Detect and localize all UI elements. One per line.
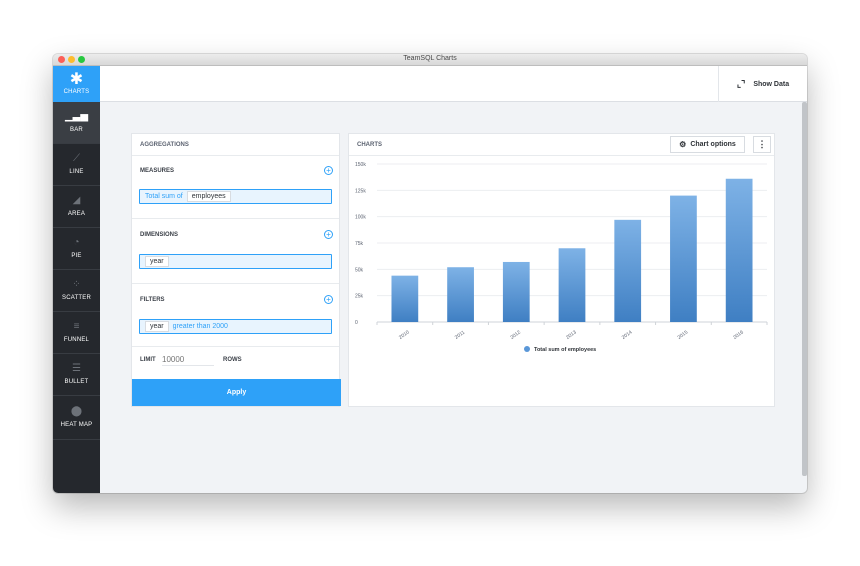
bar[interactable]: [725, 178, 753, 322]
sidebar-item-label: PIE: [71, 253, 82, 259]
limit-label: LIMIT: [140, 357, 156, 363]
y-tick-label: 100k: [355, 215, 366, 221]
pie-chart-icon: ◔: [73, 237, 80, 248]
y-tick-label: 0: [355, 320, 358, 326]
more-options-button[interactable]: ⋮: [753, 136, 771, 153]
dimensions-section: DIMENSIONS + year: [132, 219, 339, 283]
y-tick-label: 75k: [355, 241, 364, 247]
chart-type-sidebar: ✱ CHARTS ▁▃▅ BAR ⟋ LINE ◢ AREA ◔ PIE ⁘ S…: [53, 66, 100, 493]
bar[interactable]: [614, 219, 642, 322]
sidebar-item-label: AREA: [67, 211, 86, 217]
sidebar-item-charts[interactable]: ✱ CHARTS: [53, 66, 100, 102]
legend-label[interactable]: Total sum of employees: [534, 347, 596, 353]
bar[interactable]: [558, 248, 586, 322]
measure-field[interactable]: Total sum of employees: [139, 189, 332, 204]
sidebar-item-line[interactable]: ⟋ LINE: [53, 144, 100, 186]
sidebar-item-area[interactable]: ◢ AREA: [53, 186, 100, 228]
heat-map-icon: ⬤: [70, 406, 83, 417]
x-tick-label: 2014: [621, 329, 634, 340]
legend-marker: [524, 346, 530, 352]
filter-condition[interactable]: greater than 2000: [173, 323, 228, 330]
y-tick-label: 125k: [355, 188, 366, 194]
gear-icon: ⚙: [679, 140, 687, 149]
expand-icon: ⌞⌝: [736, 78, 746, 89]
x-tick-label: 2015: [677, 329, 690, 340]
vertical-scrollbar[interactable]: [802, 102, 807, 476]
bar[interactable]: [447, 267, 474, 322]
sidebar-item-pie[interactable]: ◔ PIE: [53, 228, 100, 270]
limit-input[interactable]: [162, 354, 214, 366]
sidebar-item-label: LINE: [69, 169, 84, 175]
bullet-chart-icon: ☰: [72, 363, 81, 374]
x-tick-label: 2012: [509, 329, 522, 340]
x-tick-label: 2010: [398, 329, 411, 340]
measure-column-chip[interactable]: employees: [186, 191, 231, 202]
measures-title: MEASURES: [140, 168, 175, 174]
show-data-button[interactable]: ⌞⌝ Show Data: [718, 66, 807, 102]
sidebar-item-scatter[interactable]: ⁘ SCATTER: [53, 270, 100, 312]
x-tick-label: 2016: [732, 329, 745, 340]
chart-options-label: Chart options: [690, 141, 736, 148]
more-icon: ⋮: [757, 139, 767, 149]
app-window: TeamSQL Charts ✱ CHARTS ▁▃▅ BAR ⟋ LINE ◢…: [53, 54, 807, 493]
filter-field[interactable]: year greater than 2000: [139, 319, 332, 334]
scatter-chart-icon: ⁘: [72, 279, 81, 290]
filters-section: FILTERS + year greater than 2000: [132, 284, 339, 348]
show-data-label: Show Data: [753, 80, 790, 88]
dimensions-title: DIMENSIONS: [140, 232, 179, 238]
bar[interactable]: [391, 275, 419, 322]
y-tick-label: 25k: [355, 294, 364, 300]
apply-button[interactable]: Apply: [132, 379, 341, 406]
title-bar: TeamSQL Charts: [53, 54, 807, 66]
sidebar-item-heat-map[interactable]: ⬤ HEAT MAP: [53, 396, 100, 440]
bar-chart-icon: ▁▃▅: [64, 111, 89, 122]
y-tick-label: 150k: [355, 162, 366, 168]
add-dimension-icon[interactable]: +: [324, 230, 333, 239]
y-tick-label: 50k: [355, 267, 364, 273]
measures-section: MEASURES + Total sum of employees: [132, 156, 339, 218]
filter-column-chip[interactable]: year: [145, 321, 169, 332]
add-filter-icon[interactable]: +: [324, 295, 333, 304]
sidebar-item-label: HEAT MAP: [60, 422, 93, 428]
area-chart-icon: ◢: [72, 195, 81, 206]
top-toolbar: ⌞⌝ Show Data: [100, 66, 807, 102]
aggregations-panel: AGGREGATIONS MEASURES + Total sum of emp…: [131, 133, 341, 407]
sidebar-item-label: SCATTER: [62, 295, 91, 301]
window-title: TeamSQL Charts: [403, 55, 457, 62]
rows-label: ROWS: [223, 357, 242, 363]
x-tick-label: 2011: [454, 330, 466, 341]
sidebar-item-bar[interactable]: ▁▃▅ BAR: [53, 102, 100, 144]
dimension-field[interactable]: year: [139, 254, 332, 269]
x-tick-label: 2013: [565, 329, 578, 340]
sidebar-item-label: BULLET: [64, 379, 89, 385]
chart-options-button[interactable]: ⚙ Chart options: [670, 136, 745, 153]
bar-chart: 0 25k 50k 75k 100k 125k 150k 2010 2011 2012 2013 20…: [355, 162, 768, 353]
funnel-icon: ≡: [73, 321, 80, 332]
add-measure-icon[interactable]: +: [324, 166, 333, 175]
aggregations-title: AGGREGATIONS: [132, 134, 339, 156]
sidebar-item-bullet[interactable]: ☰ BULLET: [53, 354, 100, 396]
asterisk-icon: ✱: [69, 71, 84, 88]
bar[interactable]: [670, 195, 697, 322]
dimension-column-chip[interactable]: year: [145, 256, 169, 267]
charts-panel: CHARTS ⚙ Chart options ⋮ 0 25k 50k 75k 100k 1…: [348, 133, 775, 407]
section-divider: [132, 346, 339, 347]
sidebar-item-label: FUNNEL: [63, 337, 90, 343]
line-chart-icon: ⟋: [73, 153, 80, 164]
sidebar-item-label: CHARTS: [63, 89, 90, 95]
filters-title: FILTERS: [140, 297, 165, 303]
sidebar-item-label: BAR: [70, 127, 83, 133]
measure-function[interactable]: Total sum of: [145, 193, 183, 200]
bar[interactable]: [502, 261, 530, 322]
sidebar-item-funnel[interactable]: ≡ FUNNEL: [53, 312, 100, 354]
